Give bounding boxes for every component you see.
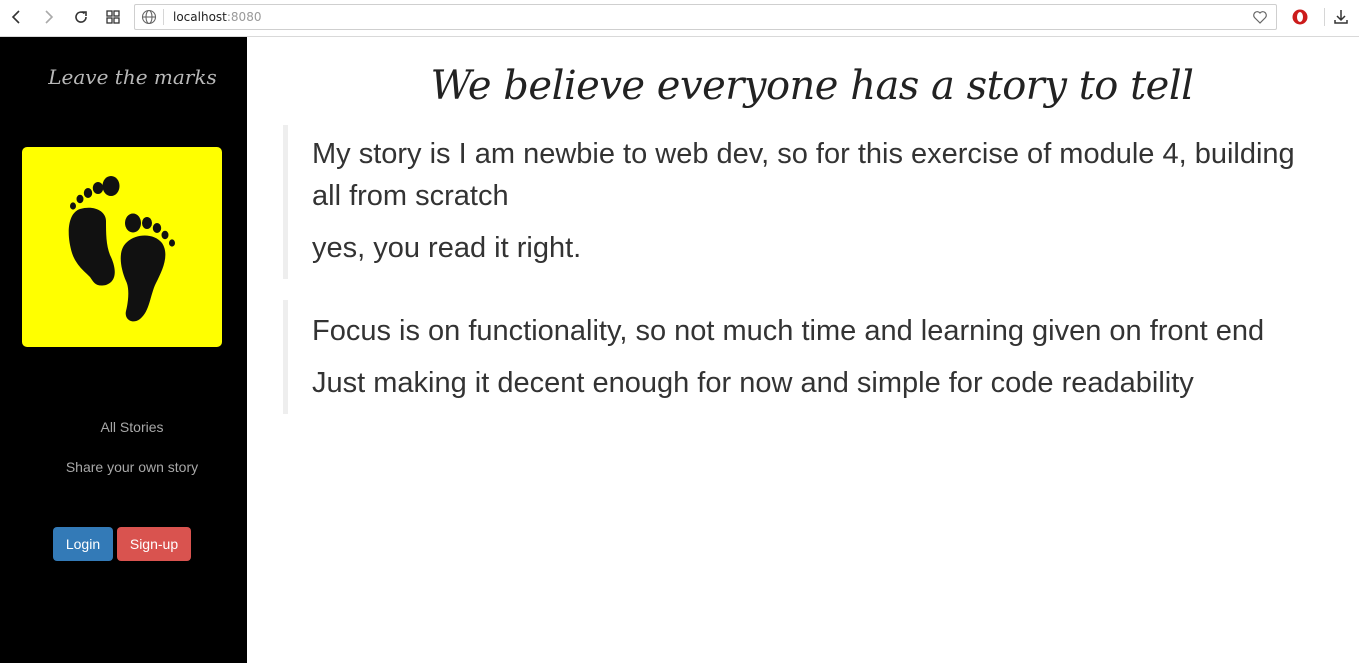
sidebar: Leave the marks All Stories Share your o… [0,37,247,663]
site-title[interactable]: Leave the marks [0,65,265,89]
opera-icon[interactable] [1291,8,1309,26]
nav-share-story[interactable]: Share your own story [0,459,264,475]
quote-line: Focus is on functionality, so not much t… [312,315,1265,347]
page-headline: We believe everyone has a story to tell [430,63,1194,109]
signup-button[interactable]: Sign-up [117,527,191,561]
quote-line: My story is I am newbie to web dev, so f… [312,138,1295,212]
globe-icon [141,9,157,25]
footprints-logo [22,147,222,347]
address-bar[interactable]: localhost:8080 [134,4,1277,30]
browser-toolbar: localhost:8080 [0,0,1359,37]
story-blockquote: My story is I am newbie to web dev, so f… [283,125,1343,279]
toolbar-divider [1324,8,1325,26]
nav-all-stories[interactable]: All Stories [0,419,264,435]
login-button[interactable]: Login [53,527,113,561]
forward-icon[interactable] [37,6,59,28]
story-blockquote: Focus is on functionality, so not much t… [283,300,1343,414]
url-text[interactable]: localhost:8080 [173,10,261,24]
download-icon[interactable] [1332,8,1350,26]
heart-icon[interactable] [1252,9,1268,25]
speed-dial-icon[interactable] [102,6,124,28]
quote-line: Just making it decent enough for now and… [312,367,1194,399]
main-content: We believe everyone has a story to tell … [247,37,1359,663]
reload-icon[interactable] [70,6,92,28]
footprints-icon [68,176,175,322]
quote-line: yes, you read it right. [312,232,582,264]
back-icon[interactable] [6,6,28,28]
address-divider [163,9,164,25]
